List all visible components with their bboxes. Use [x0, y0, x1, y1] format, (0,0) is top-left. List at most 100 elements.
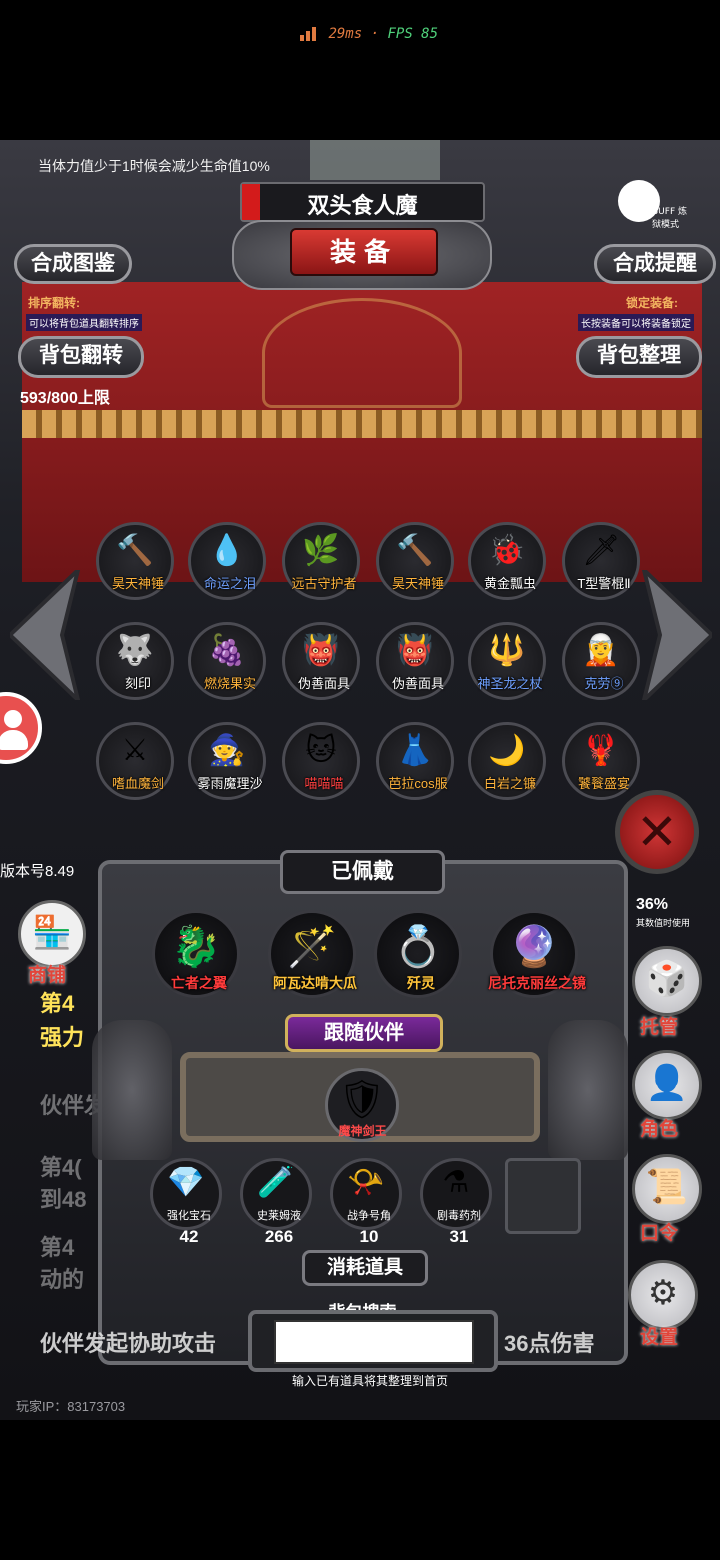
- flip-bag-button[interactable]: 背包翻转: [18, 336, 144, 378]
- bg-text-2b: 到48: [40, 1187, 87, 1212]
- consumable-slot[interactable]: 💎 强化宝石 42: [150, 1158, 222, 1246]
- sort-bag-button[interactable]: 背包整理: [576, 336, 702, 378]
- dragon-statue-left: [92, 1020, 172, 1160]
- buff-badge[interactable]: BUFF 炼狱模式: [618, 180, 688, 230]
- dice-icon: 🎲: [645, 959, 689, 999]
- inventory-item-name: 昊天神锤: [391, 576, 444, 591]
- castle-backdrop: [310, 140, 440, 180]
- inventory-slot[interactable]: 🧙 雾雨魔理沙: [188, 722, 266, 800]
- inventory-slot[interactable]: ⚔ 嗜血魔剑: [96, 722, 174, 800]
- percent-hint: 其数值时使用: [636, 918, 691, 928]
- inventory-slot[interactable]: 🍇 燃烧果实: [188, 622, 266, 700]
- wing-icon: 🐉: [171, 924, 221, 970]
- consumable-slot[interactable]: ⚗ 剧毒药剂 31: [420, 1158, 492, 1246]
- close-button[interactable]: ✕: [615, 790, 699, 874]
- consumable-slot[interactable]: 📯 战争号角 10: [330, 1158, 402, 1246]
- damage-text: 36点伤害: [504, 1331, 595, 1356]
- custody-label: 托管: [640, 1017, 679, 1038]
- shop-icon: 🏪: [32, 913, 72, 951]
- settings-button[interactable]: ⚙: [628, 1260, 698, 1330]
- inventory-slot[interactable]: 🦞 饕餮盛宴: [562, 722, 640, 800]
- bg-text-2a: 第4(: [40, 1155, 82, 1180]
- consumable-quantity: 266: [264, 1227, 294, 1246]
- tear-icon: 💧: [208, 533, 246, 568]
- dragon-statue-right: [548, 1020, 628, 1160]
- lock-hint: 长按装备可以将装备锁定: [578, 314, 694, 331]
- code-button[interactable]: 📜: [632, 1154, 702, 1224]
- hammer-icon: 🔨: [116, 533, 154, 568]
- custody-button[interactable]: 🎲: [632, 946, 702, 1016]
- equipped-slot[interactable]: 🐉 亡者之翼: [152, 910, 240, 998]
- equipped-slot[interactable]: 💍 歼灵: [374, 910, 462, 998]
- cat-icon: 🐱: [305, 733, 337, 768]
- mask-icon: 👹: [302, 633, 340, 668]
- fps-text: FPS 85: [387, 26, 439, 42]
- player-ip: 玩家IP：83173703: [16, 1399, 126, 1414]
- gear-icon: ⚙: [647, 1273, 679, 1313]
- consumable-quantity: 10: [359, 1227, 379, 1246]
- inventory-slot[interactable]: 🗡 T型警棍Ⅱ: [562, 522, 640, 600]
- inventory-item-name: 燃烧果实: [203, 676, 256, 691]
- bg-text-yellow-1: 第4: [40, 991, 75, 1016]
- character-icon: 🧝: [582, 633, 620, 668]
- crossed-swords-emblem-icon: [262, 298, 462, 408]
- inventory-slot[interactable]: 🐞 黄金瓢虫: [468, 522, 546, 600]
- equipped-slot[interactable]: 🪄 阿瓦达啃大瓜: [268, 910, 357, 998]
- status-bar: 29ms · FPS 85: [0, 0, 720, 140]
- empty-consumable-slot[interactable]: [505, 1158, 581, 1234]
- consumable-name: 战争号角: [347, 1210, 391, 1222]
- version-label: 版本号8.49: [0, 863, 75, 880]
- inventory-slot[interactable]: 🌿 远古守护者: [282, 522, 360, 600]
- inventory-slot[interactable]: 👗 芭拉cos服: [376, 722, 454, 800]
- inventory-slot[interactable]: 🐺 刻印: [96, 622, 174, 700]
- hammer-icon: 🔨: [396, 533, 434, 568]
- equipped-slot[interactable]: 🔮 尼托克丽丝之镜: [488, 910, 586, 998]
- inventory-slot[interactable]: 🔨 昊天神锤: [96, 522, 174, 600]
- inventory-item-name: 昊天神锤: [111, 576, 164, 591]
- consumable-quantity: 42: [179, 1227, 199, 1246]
- settings-label: 设置: [640, 1327, 679, 1348]
- inventory-item-name: 远古守护者: [291, 576, 357, 591]
- consumable-name: 剧毒药剂: [437, 1210, 481, 1222]
- inventory-slot[interactable]: 👹 伪善面具: [376, 622, 454, 700]
- screen: 29ms · FPS 85 当体力值少于1时候会减少生命值10% 双头食人魔 装…: [0, 0, 720, 1560]
- guardian-icon: 🌿: [302, 533, 340, 568]
- inventory-item-name: 命运之泪: [203, 576, 256, 591]
- consumable-slot[interactable]: 🧪 史莱姆液 266: [240, 1158, 312, 1246]
- witch-icon: 🧙: [208, 733, 246, 768]
- search-input[interactable]: [274, 1320, 474, 1364]
- assist-text: 伙伴发起协助攻击: [40, 1331, 217, 1356]
- inventory-slot[interactable]: 🔨 昊天神锤: [376, 522, 454, 600]
- wand-icon: 🪄: [287, 924, 337, 970]
- inventory-item-name: 神圣龙之杖: [477, 676, 543, 691]
- page-prev-arrow-icon[interactable]: [10, 570, 80, 700]
- ping-text: 29ms: [328, 26, 363, 42]
- mask-icon: 👹: [396, 633, 434, 668]
- inventory-slot[interactable]: 🌙 白岩之镰: [468, 722, 546, 800]
- consumable-name: 强化宝石: [167, 1210, 211, 1222]
- inventory-item-name: 黄金瓢虫: [483, 576, 536, 591]
- inventory-slot[interactable]: 💧 命运之泪: [188, 522, 266, 600]
- feast-icon: 🦞: [582, 733, 620, 768]
- shop-button[interactable]: 🏪: [18, 900, 86, 968]
- user-avatar-button[interactable]: [0, 692, 42, 764]
- inventory-slot[interactable]: 🔱 神圣龙之杖: [468, 622, 546, 700]
- costume-icon: 👗: [396, 733, 434, 768]
- role-button[interactable]: 👤: [632, 1050, 702, 1120]
- inventory-item-name: 喵喵喵: [304, 776, 344, 791]
- synthesis-guide-button[interactable]: 合成图鉴: [14, 244, 132, 284]
- inventory-item-name: 伪善面具: [297, 676, 350, 691]
- fruit-icon: 🍇: [208, 633, 246, 668]
- synthesis-reminder-button[interactable]: 合成提醒: [594, 244, 716, 284]
- inventory-item-name: 嗜血魔剑: [111, 776, 164, 791]
- network-indicator: 29ms · FPS 85: [300, 26, 438, 42]
- role-label: 角色: [640, 1119, 679, 1140]
- horn-icon: 📯: [347, 1165, 385, 1200]
- bg-text-3a: 第4: [40, 1235, 75, 1260]
- code-label: 口令: [640, 1223, 679, 1244]
- inventory-slot[interactable]: 🐱 喵喵喵: [282, 722, 360, 800]
- inventory-slot[interactable]: 👹 伪善面具: [282, 622, 360, 700]
- bg-text-yellow-2: 强力: [40, 1025, 85, 1050]
- inventory-slot[interactable]: 🧝 克劳⑨: [562, 622, 640, 700]
- companion-name: 魔神剑王: [338, 1124, 387, 1138]
